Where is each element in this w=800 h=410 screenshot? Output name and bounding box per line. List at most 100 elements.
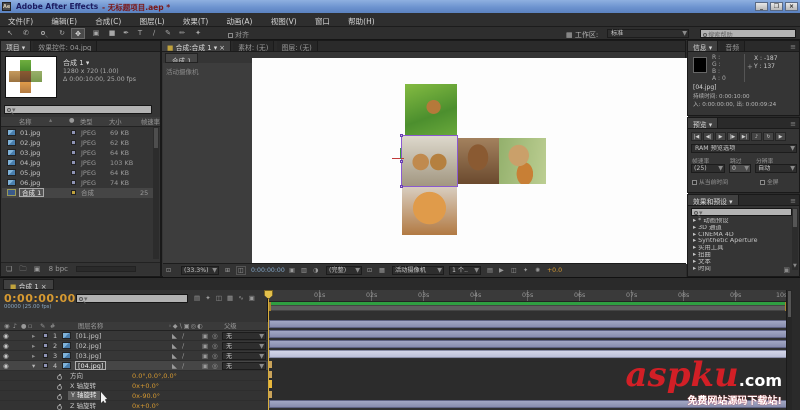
project-item[interactable]: 02.jpg JPEG 62 KB [2,138,159,148]
quality-switch[interactable]: ◣ [172,361,177,371]
panel-menu-icon[interactable]: ≡ [790,43,796,51]
tab-effects-presets[interactable]: 效果和预设 ▾ [688,195,739,205]
project-item[interactable]: 04.jpg JPEG 103 KB [2,158,159,168]
prop-row-y-rotation[interactable]: Y 轴旋转 0x-90.0° [0,391,268,401]
project-item[interactable]: 01.jpg JPEG 69 KB [2,128,159,138]
ram-preview-button[interactable]: ▶ [775,132,786,141]
fast-preview-icon[interactable]: ▶ [499,264,504,277]
parent-select[interactable]: 无 ▼ [222,342,266,350]
effects-scrollbar[interactable]: ▼ [792,208,798,270]
cube-3d-switch[interactable]: ▣ [202,341,208,351]
layer-label-color[interactable] [43,333,48,338]
snap-checkbox[interactable] [228,33,233,38]
time-ruler[interactable]: 01s 02s 03s 04s 05s 06s 07s 08s 09s 10s [268,290,792,302]
safe-margins-icon[interactable]: ⊞ [225,264,230,277]
exposure-reset-icon[interactable]: ✺ [535,264,540,277]
layer-row-1[interactable]: ◉ ▸ 1 [01.jpg] ◣ ∕ ▣ ◎ 无 ▼ [0,331,268,341]
roi-icon[interactable]: ⊡ [367,264,372,277]
keyframe-x-rotation[interactable] [269,371,272,378]
loop-button[interactable]: ↻ [763,132,774,141]
menu-edit[interactable]: 编辑(E) [43,13,85,26]
project-item[interactable]: 05.jpg JPEG 64 KB [2,168,159,178]
prop-row-x-rotation[interactable]: X 轴旋转 0x+0.0° [0,381,268,391]
quality-switch[interactable]: ◣ [172,331,177,341]
shape-tool-icon[interactable]: ■ [105,28,119,39]
close-button[interactable]: × [785,2,798,11]
keyframe-z-rotation[interactable] [269,391,272,398]
skip-select[interactable]: 0 ▼ [729,164,751,173]
cube-3d-switch[interactable]: ▣ [202,351,208,361]
layer-row-2[interactable]: ◉ ▸ 2 [02.jpg] ◣ ∕ ▣ ◎ 无 ▼ [0,341,268,351]
project-item[interactable]: 03.jpg JPEG 64 KB [2,148,159,158]
last-frame-button[interactable]: ▶| [739,132,750,141]
close-tab-icon[interactable]: × [219,44,225,51]
label-color[interactable] [71,130,76,135]
transparency-grid-icon[interactable]: ▦ [379,264,385,277]
tab-footage[interactable]: 素材: (无) [233,41,275,51]
effects-category[interactable]: ▸ 文本 [689,259,793,266]
draft3d-icon[interactable]: ✦ [205,294,210,302]
restore-button[interactable]: ❐ [770,2,783,11]
tab-project[interactable]: 项目 ▾ [1,41,32,51]
tab-info[interactable]: 信息 ▾ [688,41,719,51]
exposure-value[interactable]: +0.0 [547,264,562,277]
menu-composition[interactable]: 合成(C) [87,13,129,26]
selection-handle[interactable] [400,160,403,163]
menu-layer[interactable]: 图层(L) [132,13,173,26]
quality-switch[interactable]: ◣ [172,341,177,351]
effects-category[interactable]: ▸ 实用工具 [689,245,793,252]
timeline-jump-icon[interactable]: ◫ [511,264,517,277]
label-color[interactable] [71,170,76,175]
eye-icon[interactable]: ◉ [3,341,9,351]
timeline-scrollbar[interactable] [786,290,792,410]
menu-view[interactable]: 视图(V) [263,13,305,26]
tab-layer[interactable]: 图层: (无) [276,41,318,51]
menu-effect[interactable]: 效果(T) [175,13,216,26]
hand-tool-icon[interactable]: ✆ [19,28,33,39]
layer-label-color[interactable] [43,363,48,368]
eye-icon[interactable]: ◉ [3,361,9,371]
fx-switch[interactable]: ∕ [182,351,184,361]
project-hscrollbar[interactable] [76,266,136,272]
shy-layers-icon[interactable]: ◫ [216,294,222,302]
expander-icon[interactable]: ▾ [32,361,35,371]
parent-select[interactable]: 无 ▼ [222,362,266,370]
eye-icon[interactable]: ◉ [3,331,9,341]
keyframe-orientation[interactable] [269,361,272,368]
label-color[interactable] [71,140,76,145]
expander-icon[interactable]: ▸ [32,341,35,351]
project-preview-name[interactable]: 合成 1 ▾ [63,58,89,68]
tab-preview[interactable]: 预览 ▾ [688,118,719,128]
play-button[interactable]: ▶ [715,132,726,141]
motionblur-switch[interactable]: ◎ [212,331,218,341]
selection-handle[interactable] [400,185,403,188]
cti-line[interactable] [268,299,269,410]
selection-handle[interactable] [400,134,403,137]
stopwatch-icon[interactable] [57,394,62,400]
layer-label-color[interactable] [43,353,48,358]
motionblur-switch[interactable]: ◎ [212,341,218,351]
expander-icon[interactable]: ▸ [32,351,35,361]
project-item-selected[interactable]: 合成 1 合成 25 [2,188,159,198]
camera-tool-icon[interactable]: ✥ [71,28,85,39]
cube-3d-switch[interactable]: ▣ [202,331,208,341]
column-name[interactable]: 名称 [19,117,32,126]
rotation-tool-icon[interactable]: ↻ [55,28,69,39]
effects-search-input[interactable]: ▾ [691,208,792,217]
layer-bar-3[interactable] [269,340,788,348]
tab-composition[interactable]: ■ 合成:合成 1 ▾ × [162,41,231,51]
title-bar[interactable]: Ae Adobe After Effects - 无标题项目.aep * _ ❐… [0,0,800,13]
puppet-pin-tool-icon[interactable]: ✦ [191,28,205,39]
text-tool-icon[interactable]: T [133,28,147,39]
graph-editor-icon[interactable]: ▣ [249,294,255,302]
project-list-header[interactable]: 名称 ▴ ● 类型 大小 帧速率 [1,117,160,127]
resolution-preview-select[interactable]: 自动 ▼ [755,164,797,173]
effects-category[interactable]: ▸ 3D 通道 [689,225,793,232]
panel-menu-icon[interactable]: ≡ [790,197,796,205]
fx-switch[interactable]: ∕ [182,341,184,351]
viewer-timecode[interactable]: 0:00:00:00 [251,264,285,277]
motion-blur-icon[interactable]: ∿ [238,294,243,302]
pixel-aspect-icon[interactable]: ▤ [487,264,493,277]
camera-select[interactable]: 活动摄像机 ▼ [392,266,444,275]
new-folder-icon[interactable]: 🗀 [20,265,27,273]
